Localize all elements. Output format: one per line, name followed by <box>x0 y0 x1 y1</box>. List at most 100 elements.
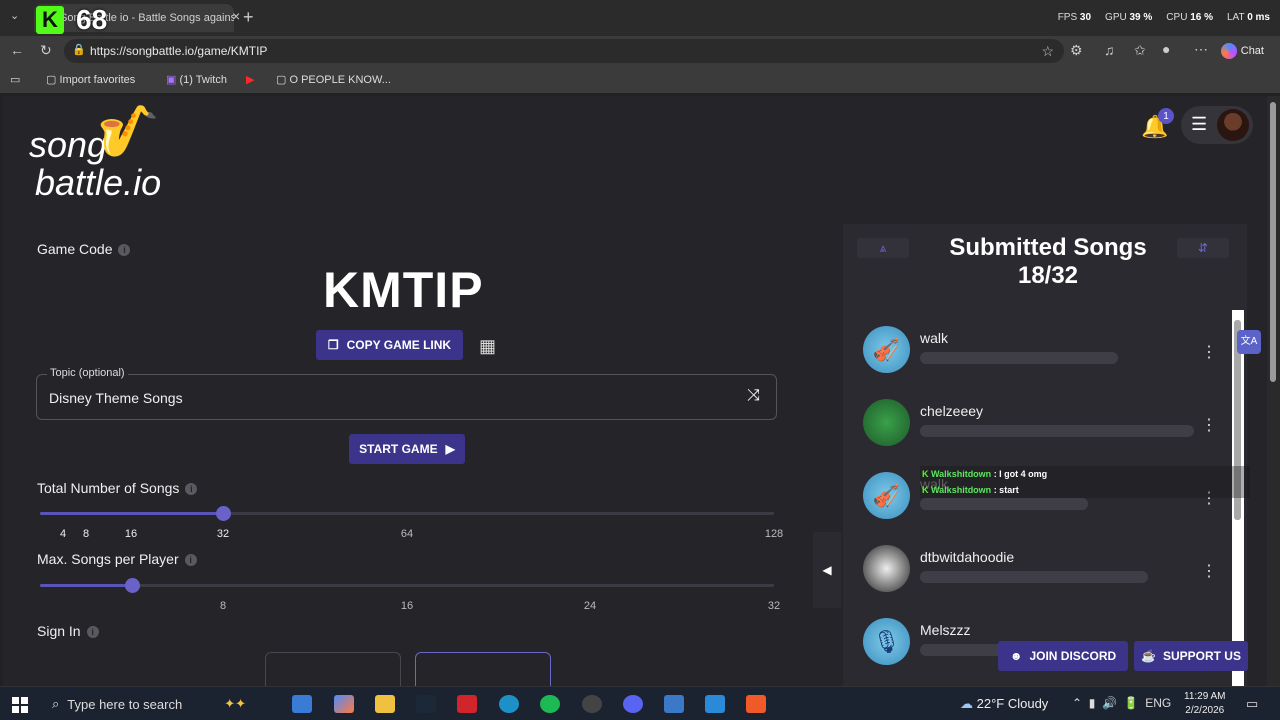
user-menu-button[interactable]: ☰ <box>1181 106 1253 144</box>
taskbar-clock[interactable]: 11:29 AM 2/2/2026 <box>1184 690 1226 718</box>
avatar <box>863 545 910 592</box>
sign-in-label: Sign In i <box>37 623 99 639</box>
support-us-button[interactable]: ☕ SUPPORT US <box>1134 641 1248 671</box>
shuffle-icon[interactable]: ⤨ <box>747 387 760 405</box>
max-songs-label: Max. Songs per Player i <box>37 551 197 567</box>
discord-icon: ☻ <box>1009 649 1023 663</box>
join-discord-button[interactable]: ☻ JOIN DISCORD <box>998 641 1128 671</box>
brave-icon[interactable] <box>746 695 766 713</box>
max-songs-slider-thumb[interactable] <box>125 578 140 593</box>
translate-icon[interactable]: 文A <box>1237 330 1261 354</box>
qr-code-icon[interactable]: ▦ <box>479 336 496 357</box>
file-explorer-icon[interactable] <box>375 695 395 713</box>
hamburger-icon: ☰ <box>1191 114 1208 134</box>
back-icon[interactable]: ← <box>10 42 24 58</box>
max-songs-slider-fill <box>40 584 132 587</box>
song-placeholder-bar <box>920 425 1194 437</box>
chat-line: K Walkshitdown : I got 4 omg <box>922 469 1048 479</box>
topic-value[interactable]: Disney Theme Songs <box>49 390 183 406</box>
support-icon: ☕ <box>1141 649 1156 663</box>
url-field[interactable]: 🔒 https://songbattle.io/game/KMTIP ☆ <box>64 39 1064 63</box>
f-app-icon[interactable] <box>705 695 725 713</box>
panel-scrollbar[interactable] <box>1232 310 1244 686</box>
system-tray[interactable]: ⌃ ▮ 🔊 🔋 ENG <box>1072 696 1171 710</box>
favorite-twitch[interactable]: ▣ (1) Twitch <box>166 73 227 86</box>
store-icon[interactable] <box>292 695 312 713</box>
spotify-icon[interactable] <box>540 695 560 713</box>
page-scrollbar[interactable] <box>1267 96 1280 686</box>
more-options-icon[interactable]: ⋮ <box>1201 342 1217 362</box>
tick-label: 24 <box>583 600 597 612</box>
total-songs-slider[interactable] <box>40 506 774 521</box>
close-tab-icon[interactable]: × <box>232 8 240 24</box>
taskbar-search-input[interactable]: ⌕ Type here to search ✦✦ <box>44 691 274 717</box>
app-window-icon[interactable] <box>664 695 684 713</box>
wps-icon[interactable] <box>457 695 477 713</box>
more-options-icon[interactable]: ⋮ <box>1201 561 1217 581</box>
tick-label: 32 <box>767 600 781 612</box>
page-scrollbar-thumb[interactable] <box>1270 102 1276 382</box>
refresh-icon[interactable]: ↻ <box>40 42 52 59</box>
favorites-icon[interactable]: ✩ <box>1134 42 1146 59</box>
list-item: 🎻 walk ⋮ <box>863 326 1223 382</box>
submitted-songs-panel: ⩓ ⇵ Submitted Songs 18/32 🎻 walk ⋮ chelz… <box>843 224 1247 686</box>
avatar: 🎻 <box>863 326 910 373</box>
game-code: KMTIP <box>323 262 484 318</box>
tab-actions-icon[interactable]: ⌄ <box>10 9 19 22</box>
extensions-icon[interactable]: ⚙ <box>1070 42 1083 59</box>
notification-center-icon[interactable]: ▭ <box>1246 696 1258 712</box>
weather-widget[interactable]: ☁ 22°F Cloudy <box>960 696 1048 712</box>
favorite-people-know[interactable]: ▢ O PEOPLE KNOW... <box>276 73 391 86</box>
media-icon[interactable]: ♫ <box>1104 42 1115 58</box>
performance-overlay: FPS 30 GPU 39 % CPU 16 % LAT 0 ms <box>1057 12 1270 23</box>
copilot-chat-button[interactable]: Chat <box>1217 40 1270 62</box>
list-item: dtbwitdahoodie ⋮ <box>863 545 1223 601</box>
edge-icon[interactable] <box>499 695 519 713</box>
sign-in-option-account[interactable] <box>265 652 401 686</box>
favorite-youtube-icon[interactable]: ▶ <box>246 73 254 86</box>
total-songs-slider-thumb[interactable] <box>216 506 231 521</box>
address-bar: ← ↻ 🔒 https://songbattle.io/game/KMTIP ☆… <box>0 36 1280 66</box>
copilot-app-icon[interactable] <box>334 695 354 713</box>
windows-start-icon[interactable] <box>12 697 28 713</box>
sign-in-option-anonymous[interactable] <box>415 652 551 686</box>
sparkle-icon: ✦✦ <box>224 696 246 711</box>
info-icon[interactable]: i <box>184 554 197 566</box>
steam-icon[interactable] <box>416 695 436 713</box>
topic-label: Topic (optional) <box>47 367 128 379</box>
submitted-songs-title: Submitted Songs 18/32 <box>949 234 1147 289</box>
play-icon: ▶ <box>445 442 455 456</box>
obs-icon[interactable] <box>582 695 602 713</box>
start-game-button[interactable]: START GAME ▶ <box>349 434 465 464</box>
more-options-icon[interactable]: ⋮ <box>1201 415 1217 435</box>
collapse-panel-button[interactable]: ◀ <box>813 532 841 608</box>
favorite-star-icon[interactable]: ☆ <box>1041 43 1054 60</box>
favorites-bar-icon[interactable]: ▭ <box>10 73 20 86</box>
tick-label: 8 <box>219 600 227 612</box>
songbattle-logo[interactable]: song battle.io 🎷 <box>29 106 161 202</box>
group-icon[interactable]: ⩓ <box>857 238 909 258</box>
new-tab-icon[interactable]: + <box>243 7 254 28</box>
avatar <box>1217 109 1249 141</box>
discord-app-icon[interactable] <box>623 695 643 713</box>
profile-icon[interactable]: ● <box>1162 41 1170 57</box>
chat-line: K Walkshitdown : start <box>922 485 1019 495</box>
topic-input[interactable]: Topic (optional) Disney Theme Songs ⤨ <box>36 367 777 420</box>
info-icon[interactable]: i <box>118 244 131 256</box>
max-songs-slider[interactable] <box>40 578 774 593</box>
cloud-icon: ☁ <box>960 696 973 711</box>
search-icon: ⌕ <box>52 696 60 711</box>
sort-icon[interactable]: ⇵ <box>1177 238 1229 258</box>
favorite-import[interactable]: ▢ Import favorites <box>46 73 135 86</box>
more-menu-icon[interactable]: ⋯ <box>1194 41 1208 58</box>
copy-game-link-button[interactable]: ❐ COPY GAME LINK <box>316 330 463 360</box>
browser-tab[interactable]: Song Battle io - Battle Songs against <box>34 4 234 32</box>
viewer-count-overlay: 68 <box>76 4 108 35</box>
song-placeholder-bar <box>920 571 1148 583</box>
game-code-label: Game Code i <box>37 241 131 257</box>
browser-tab-bar: ⌄ Song Battle io - Battle Songs against … <box>0 0 1280 36</box>
info-icon[interactable]: i <box>185 483 198 495</box>
site-info-icon[interactable]: 🔒 <box>72 43 86 56</box>
avatar: 🎙 <box>863 618 910 665</box>
info-icon[interactable]: i <box>86 626 99 638</box>
